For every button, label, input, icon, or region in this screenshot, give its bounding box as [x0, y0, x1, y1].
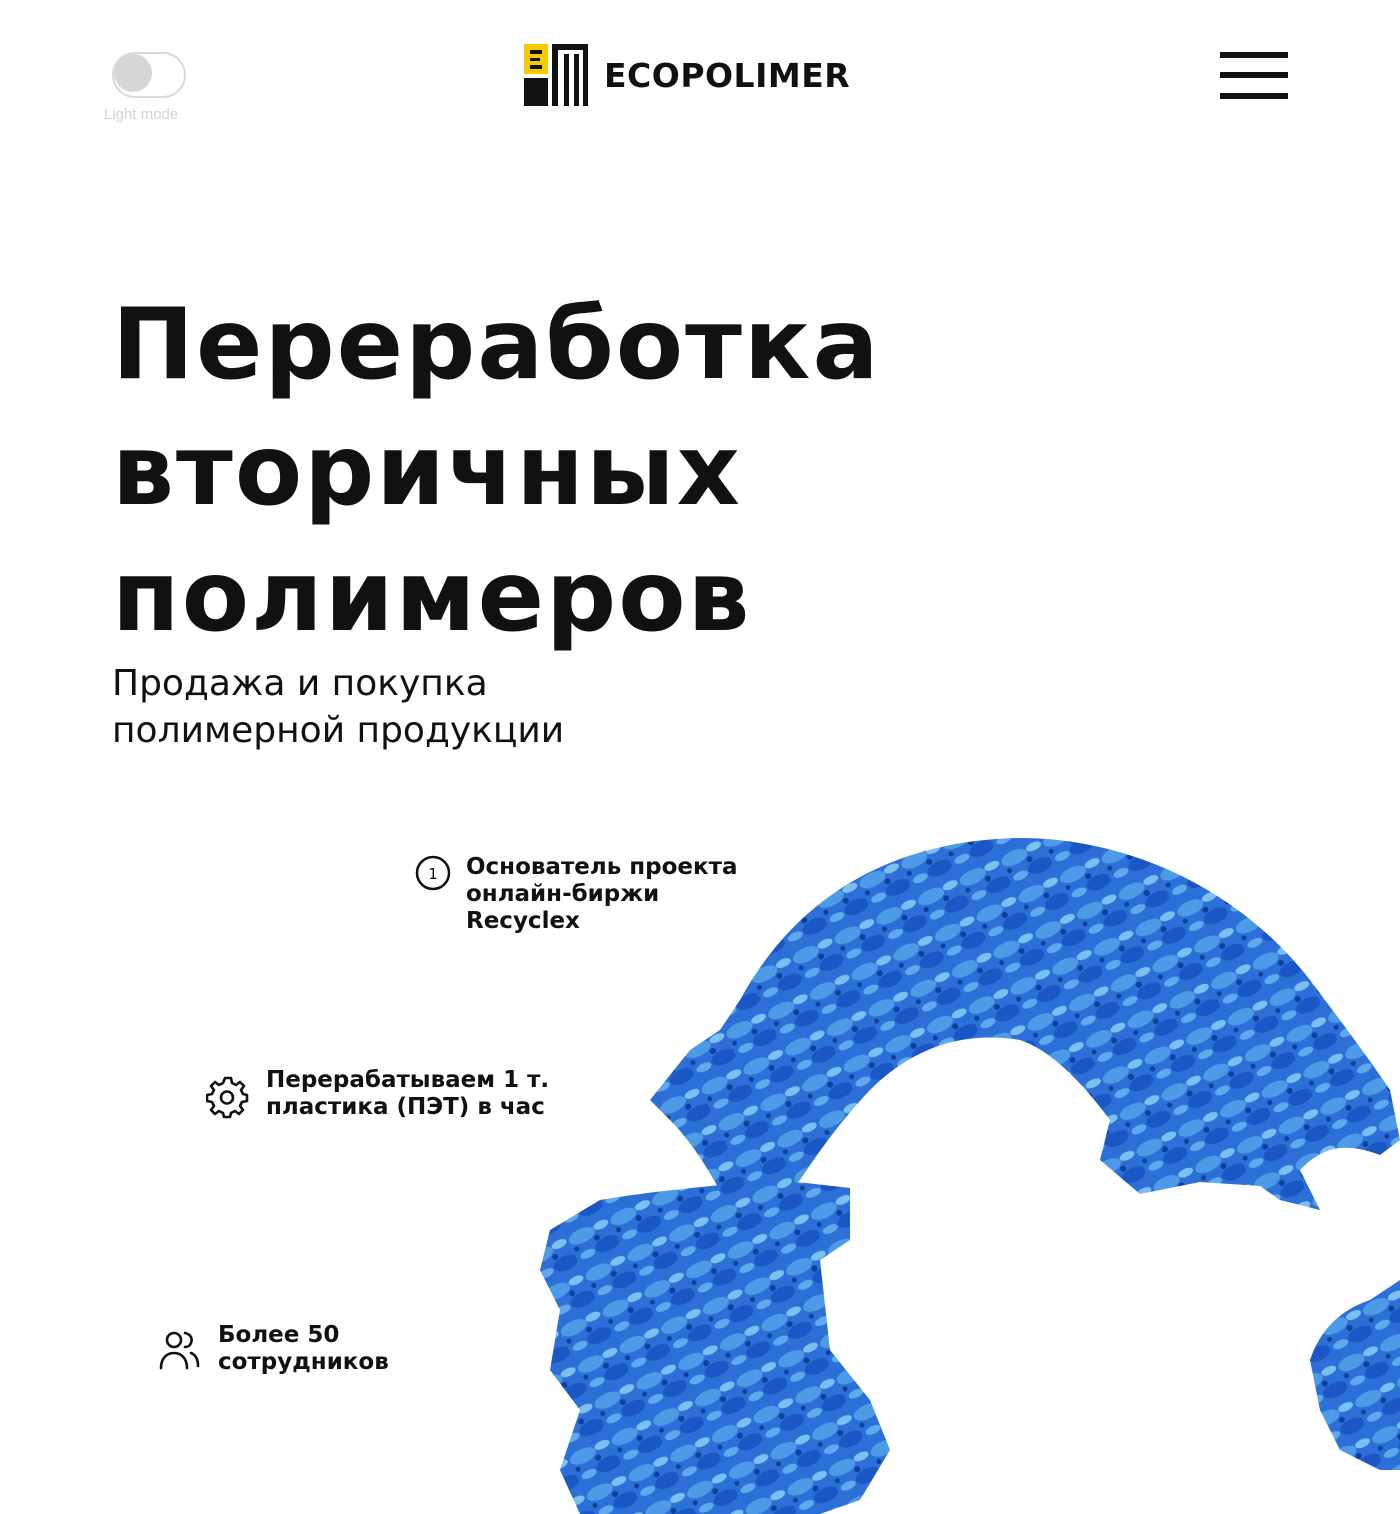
feature-line: сотрудников	[218, 1349, 389, 1375]
brand-logo[interactable]: ECOPOLIMER	[522, 40, 850, 110]
recycle-arrow-top	[650, 838, 1400, 1240]
feature-line: пластика (ПЭТ) в час	[266, 1094, 545, 1120]
menu-bar	[1220, 52, 1288, 58]
toggle-knob	[114, 54, 152, 92]
theme-toggle[interactable]	[110, 50, 188, 102]
hero-title-line: Переработка	[112, 288, 881, 402]
number-one-circle-icon: 1	[415, 855, 451, 891]
hero-title-line: полимеров	[112, 540, 752, 654]
hero-title: Переработка вторичных полимеров	[112, 282, 881, 660]
hero-subtitle: Продажа и покупка полимерной продукции	[112, 660, 564, 754]
feature-line: Более 50	[218, 1322, 340, 1348]
logo-mark-icon	[524, 44, 588, 106]
menu-button[interactable]	[1218, 50, 1290, 104]
recycle-arrow-right	[1310, 1280, 1400, 1470]
recycle-arrow-left	[540, 1180, 890, 1514]
users-icon	[159, 1331, 200, 1370]
hero-subtitle-line: Продажа и покупка	[112, 663, 488, 704]
feature-text: Более 50 сотрудников	[218, 1322, 389, 1376]
feature-badge-number: 1	[428, 865, 438, 883]
feature-staff: Более 50 сотрудников	[158, 1322, 389, 1376]
gear-icon	[206, 1076, 249, 1119]
menu-bar	[1220, 72, 1288, 78]
theme-toggle-label: Light mode	[104, 106, 179, 123]
feature-line: онлайн-биржи	[466, 881, 660, 907]
feature-founder: 1 Основатель проекта онлайн-биржи Recycl…	[414, 854, 738, 935]
feature-line: Основатель проекта	[466, 854, 738, 880]
brand-name: ECOPOLIMER	[604, 55, 851, 95]
feature-line: Recyclex	[466, 908, 580, 934]
hero-subtitle-line: полимерной продукции	[112, 710, 565, 751]
feature-text: Перерабатываем 1 т. пластика (ПЭТ) в час	[266, 1067, 549, 1121]
feature-text: Основатель проекта онлайн-биржи Recyclex	[466, 854, 738, 935]
feature-line: Перерабатываем 1 т.	[266, 1067, 550, 1093]
feature-capacity: Перерабатываем 1 т. пластика (ПЭТ) в час	[206, 1067, 549, 1125]
hero-title-line: вторичных	[112, 414, 742, 528]
menu-bar	[1220, 93, 1288, 99]
